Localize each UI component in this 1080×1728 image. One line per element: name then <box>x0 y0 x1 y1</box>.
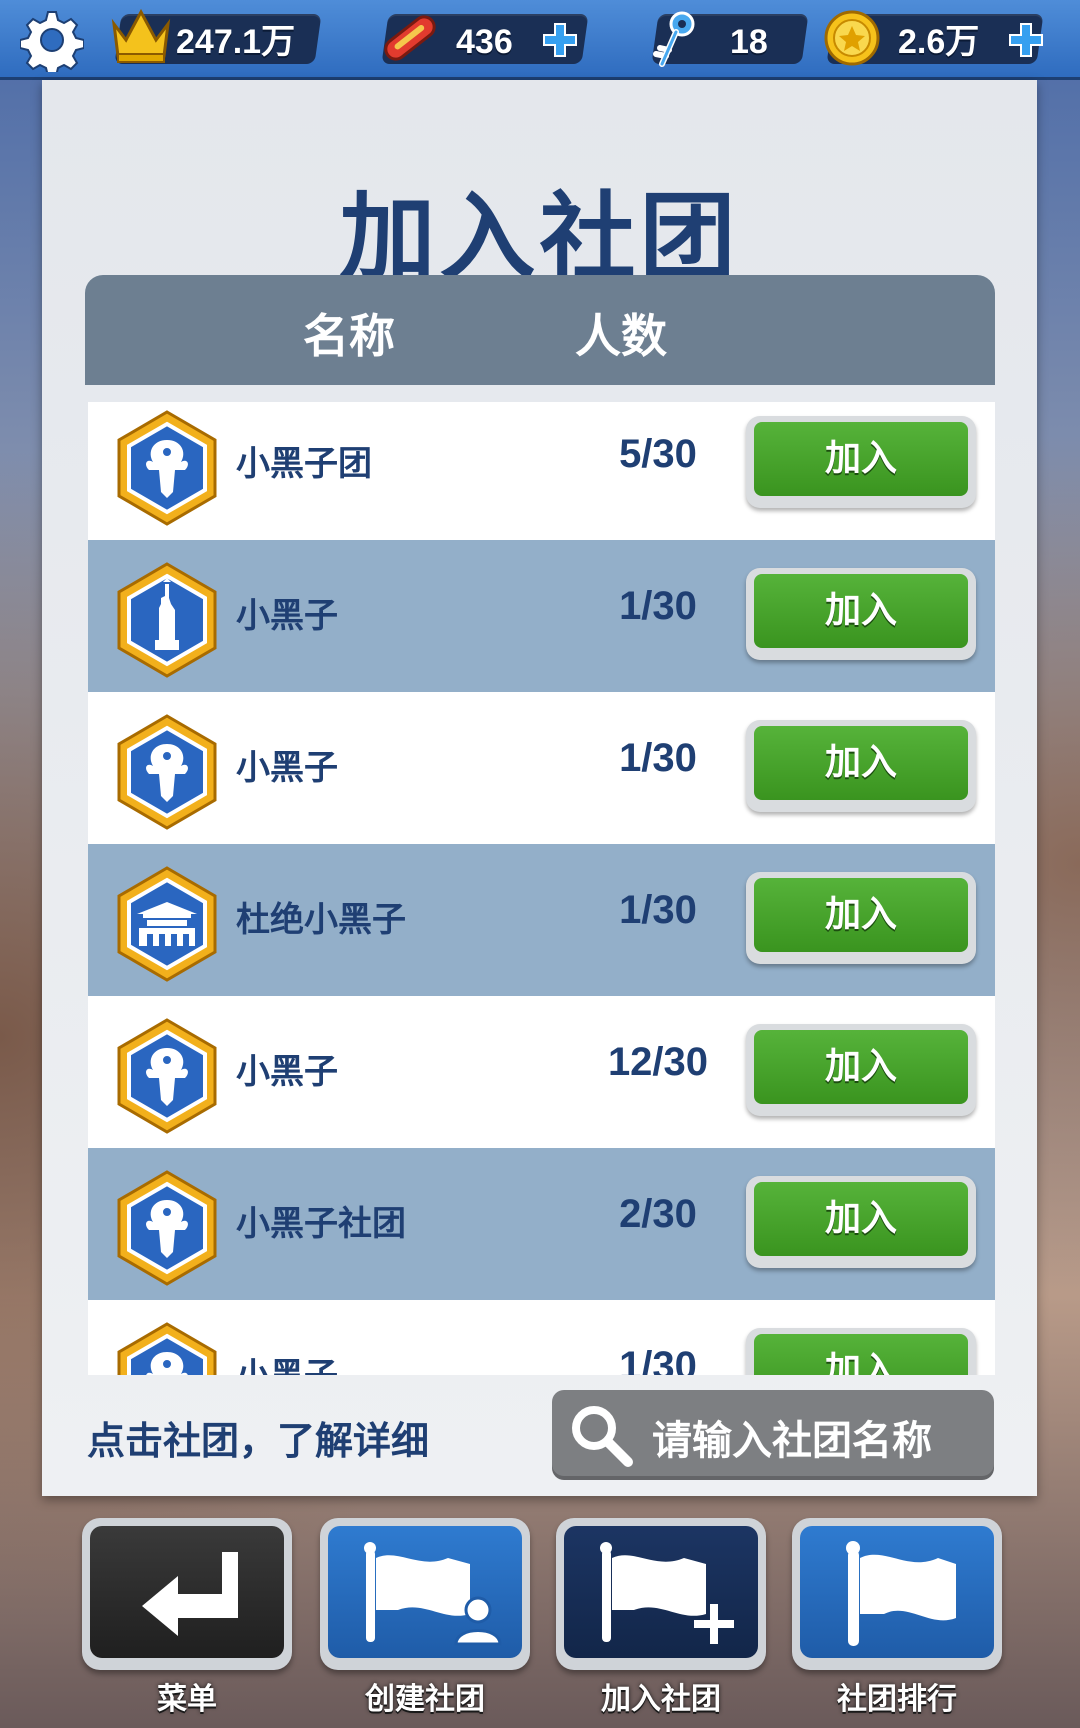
club-member-count: 1/30 <box>619 888 697 932</box>
statue-of-liberty-icon <box>117 562 217 678</box>
club-row[interactable]: 杜绝小黑子 1/30 加入 <box>88 844 995 996</box>
column-header-count: 人数 <box>575 309 667 363</box>
return-arrow-icon <box>142 1552 238 1636</box>
flag-person-icon <box>364 1542 502 1646</box>
gate-tower-icon <box>117 866 217 982</box>
column-header-name: 名称 <box>303 309 395 363</box>
club-name: 杜绝小黑子 <box>236 900 406 940</box>
join-club-tab[interactable] <box>556 1518 766 1670</box>
join-club-label: 加入社团 <box>601 1682 721 1717</box>
hoverboard-value: 436 <box>456 23 513 61</box>
join-button[interactable]: 加入 <box>746 1328 976 1375</box>
club-name: 小黑子社团 <box>236 1204 406 1244</box>
club-row[interactable]: 小黑子 1/30 加入 <box>88 1300 995 1375</box>
club-member-count: 12/30 <box>607 1040 709 1084</box>
join-button[interactable]: 加入 <box>746 872 976 964</box>
join-button-label: 加入 <box>754 1182 968 1256</box>
eagle-emblem-icon <box>117 1322 217 1375</box>
club-row[interactable]: 小黑子 12/30 加入 <box>88 996 995 1148</box>
search-input[interactable]: 请输入社团名称 <box>552 1390 994 1480</box>
join-club-panel: 加入社团 名称 人数 小黑子团 5/30 加入 小黑子 1/30 加入 小黑子 … <box>42 80 1037 1496</box>
club-name: 小黑子 <box>236 1052 338 1092</box>
hint-text: 点击社团，了解详细 <box>87 1419 430 1463</box>
hoverboard-icon <box>384 15 436 61</box>
coin-icon <box>824 10 880 66</box>
join-button[interactable]: 加入 <box>746 568 976 660</box>
key-icon <box>653 11 695 67</box>
add-coin-button[interactable] <box>1006 20 1046 60</box>
join-club-tab-face <box>564 1526 758 1658</box>
club-ranking-label: 社团排行 <box>837 1682 957 1717</box>
join-button-label: 加入 <box>754 1030 968 1104</box>
club-row[interactable]: 小黑子社团 2/30 加入 <box>88 1148 995 1300</box>
join-button[interactable]: 加入 <box>746 1024 976 1116</box>
menu-label: 菜单 <box>157 1682 217 1717</box>
club-member-count: 5/30 <box>619 432 697 476</box>
crown-icon <box>111 8 171 63</box>
eagle-emblem-icon <box>117 1018 217 1134</box>
club-member-count: 2/30 <box>619 1192 697 1236</box>
join-button-label: 加入 <box>754 574 968 648</box>
resource-bar: 247.1万 436 18 2.6万 <box>0 0 1080 80</box>
search-placeholder: 请输入社团名称 <box>652 1418 932 1464</box>
create-club-label: 创建社团 <box>365 1682 485 1717</box>
club-member-count: 1/30 <box>619 584 697 628</box>
join-button[interactable]: 加入 <box>746 1176 976 1268</box>
menu-button[interactable] <box>82 1518 292 1670</box>
club-ranking-button[interactable] <box>792 1518 1002 1670</box>
flag-plus-icon <box>600 1542 734 1644</box>
join-button-label: 加入 <box>754 422 968 496</box>
gear-icon[interactable] <box>20 8 84 72</box>
search-icon <box>572 1406 633 1467</box>
menu-button-face <box>90 1526 284 1658</box>
join-button[interactable]: 加入 <box>746 720 976 812</box>
club-name: 小黑子 <box>236 748 338 788</box>
club-member-count: 1/30 <box>619 736 697 780</box>
eagle-emblem-icon <box>117 1170 217 1286</box>
eagle-emblem-icon <box>117 410 217 526</box>
club-name: 小黑子团 <box>236 444 372 484</box>
join-button-label: 加入 <box>754 878 968 952</box>
club-ranking-button-face <box>800 1526 994 1658</box>
club-row[interactable]: 小黑子 1/30 加入 <box>88 540 995 692</box>
club-row[interactable]: 小黑子 1/30 加入 <box>88 692 995 844</box>
flag-icon <box>846 1541 956 1646</box>
crown-value: 247.1万 <box>176 23 296 61</box>
join-button[interactable]: 加入 <box>746 416 976 508</box>
club-member-count: 1/30 <box>619 1344 697 1375</box>
add-hoverboard-button[interactable] <box>540 20 580 60</box>
coin-value: 2.6万 <box>898 23 980 61</box>
join-button-label: 加入 <box>754 726 968 800</box>
club-list[interactable]: 小黑子团 5/30 加入 小黑子 1/30 加入 小黑子 1/30 加入 杜绝小… <box>88 402 995 1375</box>
eagle-emblem-icon <box>117 714 217 830</box>
join-button-label: 加入 <box>754 1334 968 1375</box>
create-club-button-face <box>328 1526 522 1658</box>
key-value: 18 <box>730 23 768 61</box>
club-name: 小黑子 <box>236 596 338 636</box>
table-header: 名称 人数 <box>85 275 995 385</box>
club-row[interactable]: 小黑子团 5/30 加入 <box>88 402 995 540</box>
create-club-button[interactable] <box>320 1518 530 1670</box>
club-name: 小黑子 <box>236 1348 338 1375</box>
